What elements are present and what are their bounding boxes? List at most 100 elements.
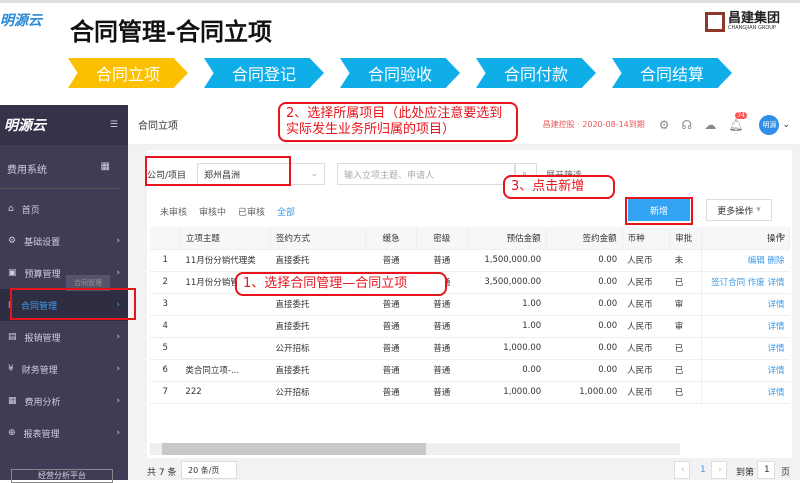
column-header: 密级 [416, 227, 468, 250]
table-cell: 公开招标 [270, 381, 366, 404]
table-cell: 5 [150, 337, 181, 360]
sidebar-item-7[interactable]: ⊕ 报表管理 › [0, 417, 128, 449]
table-cell: 已 [669, 271, 702, 294]
annotation-step1: 1、选择合同管理—合同立项 [235, 272, 447, 296]
table-cell: 人民币 [622, 337, 670, 360]
table-cell: 222 [180, 381, 271, 404]
column-header: 审批 [669, 227, 702, 250]
avatar[interactable]: 明源 [759, 114, 780, 135]
table-cell: 3,500,000.00 [467, 271, 547, 294]
table-cell: 直接委托 [270, 359, 366, 382]
menu-icon: ▣ [8, 268, 17, 278]
page-unit: 页 [781, 468, 791, 478]
column-header: 操作 [701, 227, 791, 250]
step-2: 合同登记 [204, 58, 324, 88]
brand-logo: 昌建集团 CHANGJIAN GROUP [705, 12, 780, 32]
column-header: 预估金额 [467, 227, 547, 250]
menu-collapse-icon[interactable]: ☰ [110, 120, 118, 130]
table-cell: 1.00 [467, 293, 547, 316]
table-cell: 已 [669, 337, 702, 360]
table-cell: 0.00 [546, 271, 623, 294]
chevron-right-icon: › [116, 332, 120, 342]
table-cell: 人民币 [622, 359, 670, 382]
next-page-button[interactable]: › [711, 461, 727, 479]
highlight-contract-menu [10, 288, 136, 320]
table-cell: 普通 [365, 381, 417, 404]
table-row: 6 类合同立项-... 直接委托 普通 普通 0.00 0.00 人民币已详情 [150, 359, 790, 382]
menu-icon: ▦ [8, 396, 17, 406]
goto-page-input[interactable]: 1 [757, 461, 775, 479]
table-cell: 0.00 [546, 337, 623, 360]
bell-icon[interactable]: 🔔︎ 74 [728, 111, 747, 132]
tab-0[interactable]: 未审核 [160, 205, 187, 218]
table-row: 7 222 公开招标 普通 普通 1,000.00 1,000.00 人民币已详情 [150, 381, 790, 404]
table-cell: 普通 [416, 381, 468, 404]
horizontal-scrollbar[interactable] [150, 443, 680, 455]
table-cell: 0.00 [546, 315, 623, 338]
table-cell: 已 [669, 381, 702, 404]
table-cell: 人民币 [622, 249, 670, 272]
table-cell: 2 [150, 271, 181, 294]
refresh-icon[interactable]: ↻ [778, 232, 786, 242]
tab-3[interactable]: 全部 [277, 205, 295, 218]
tab-2[interactable]: 已审核 [238, 205, 265, 218]
sidebar-item-1[interactable]: ⚙ 基础设置 › [0, 225, 128, 257]
row-actions[interactable]: 详情 [700, 337, 790, 360]
chevron-right-icon: › [116, 396, 120, 406]
sidebar-item-4[interactable]: ▤ 报销管理 › [0, 321, 128, 353]
search-input[interactable]: 输入立项主题、申请人 [337, 163, 515, 185]
sidebar-item-label: 费用分析 [24, 397, 61, 408]
sidebar-item-0[interactable]: ⌂ 首页 [0, 193, 128, 225]
table-row: 1 11月份分销代理类 直接委托 普通 普通 1,500,000.00 0.00 人民币未编辑… [150, 249, 790, 272]
table-cell: 普通 [416, 249, 468, 272]
table-cell: 1.00 [467, 315, 547, 338]
table-cell: 直接委托 [270, 315, 366, 338]
table-cell: 直接委托 [270, 249, 366, 272]
table-cell [180, 293, 271, 316]
sidebar-item-label: 报销管理 [24, 333, 61, 344]
highlight-project-select [145, 156, 291, 186]
sidebar-item-label: 基础设置 [24, 237, 61, 248]
step-1: 合同立项 [68, 58, 188, 88]
column-header: 立项主题 [180, 227, 271, 250]
row-actions[interactable]: 详情 [700, 381, 790, 404]
page-number[interactable]: 1 [700, 465, 706, 475]
chevron-down-icon[interactable]: ⌄ [782, 120, 790, 130]
chevron-right-icon: › [116, 268, 120, 278]
row-actions[interactable]: 签订合同 作废 详情 [700, 271, 790, 294]
upload-icon[interactable]: ☁ [704, 118, 716, 132]
menu-icon: ⊕ [8, 428, 16, 438]
table-cell: 普通 [365, 293, 417, 316]
table-cell: 普通 [365, 249, 417, 272]
row-actions[interactable]: 详情 [700, 359, 790, 382]
tab-1[interactable]: 审核中 [199, 205, 226, 218]
table-cell: 普通 [416, 315, 468, 338]
row-actions[interactable]: 详情 [700, 315, 790, 338]
headset-icon[interactable]: ☊ [682, 118, 693, 132]
more-actions-button[interactable]: 更多操作 ▾ [706, 199, 772, 221]
table-cell: 公开招标 [270, 337, 366, 360]
sidebar-item-6[interactable]: ▦ 费用分析 › [0, 385, 128, 417]
logo: 明源云 [0, 13, 42, 29]
column-header: 签约金额 [546, 227, 623, 250]
row-actions[interactable]: 编辑 删除 [700, 249, 790, 272]
page-size-select[interactable]: 20 条/页 [181, 461, 237, 479]
table-cell: 人民币 [622, 381, 670, 404]
analysis-platform-button[interactable]: 经营分析平台 [11, 469, 113, 483]
table-cell: 已 [669, 359, 702, 382]
sidebar-item-label: 报表管理 [23, 429, 60, 440]
step-4: 合同付款 [476, 58, 596, 88]
table-cell: 0.00 [546, 293, 623, 316]
top-border [0, 0, 800, 3]
chevron-right-icon: › [116, 236, 120, 246]
grid-icon[interactable]: ▦ [101, 161, 110, 176]
sidebar-item-5[interactable]: ¥ 财务管理 › [0, 353, 128, 385]
step-5: 合同结算 [612, 58, 732, 88]
table-cell: 普通 [365, 337, 417, 360]
annotation-step3: 3、点击新增 [503, 175, 615, 199]
row-actions[interactable]: 详情 [700, 293, 790, 316]
prev-page-button[interactable]: ‹ [674, 461, 690, 479]
table-cell: 1,500,000.00 [467, 249, 547, 272]
settings-icon[interactable]: ⚙ [659, 118, 670, 132]
annotation-step2: 2、选择所属项目（此处应注意要选到实际发生业务所归属的项目） [278, 102, 518, 142]
